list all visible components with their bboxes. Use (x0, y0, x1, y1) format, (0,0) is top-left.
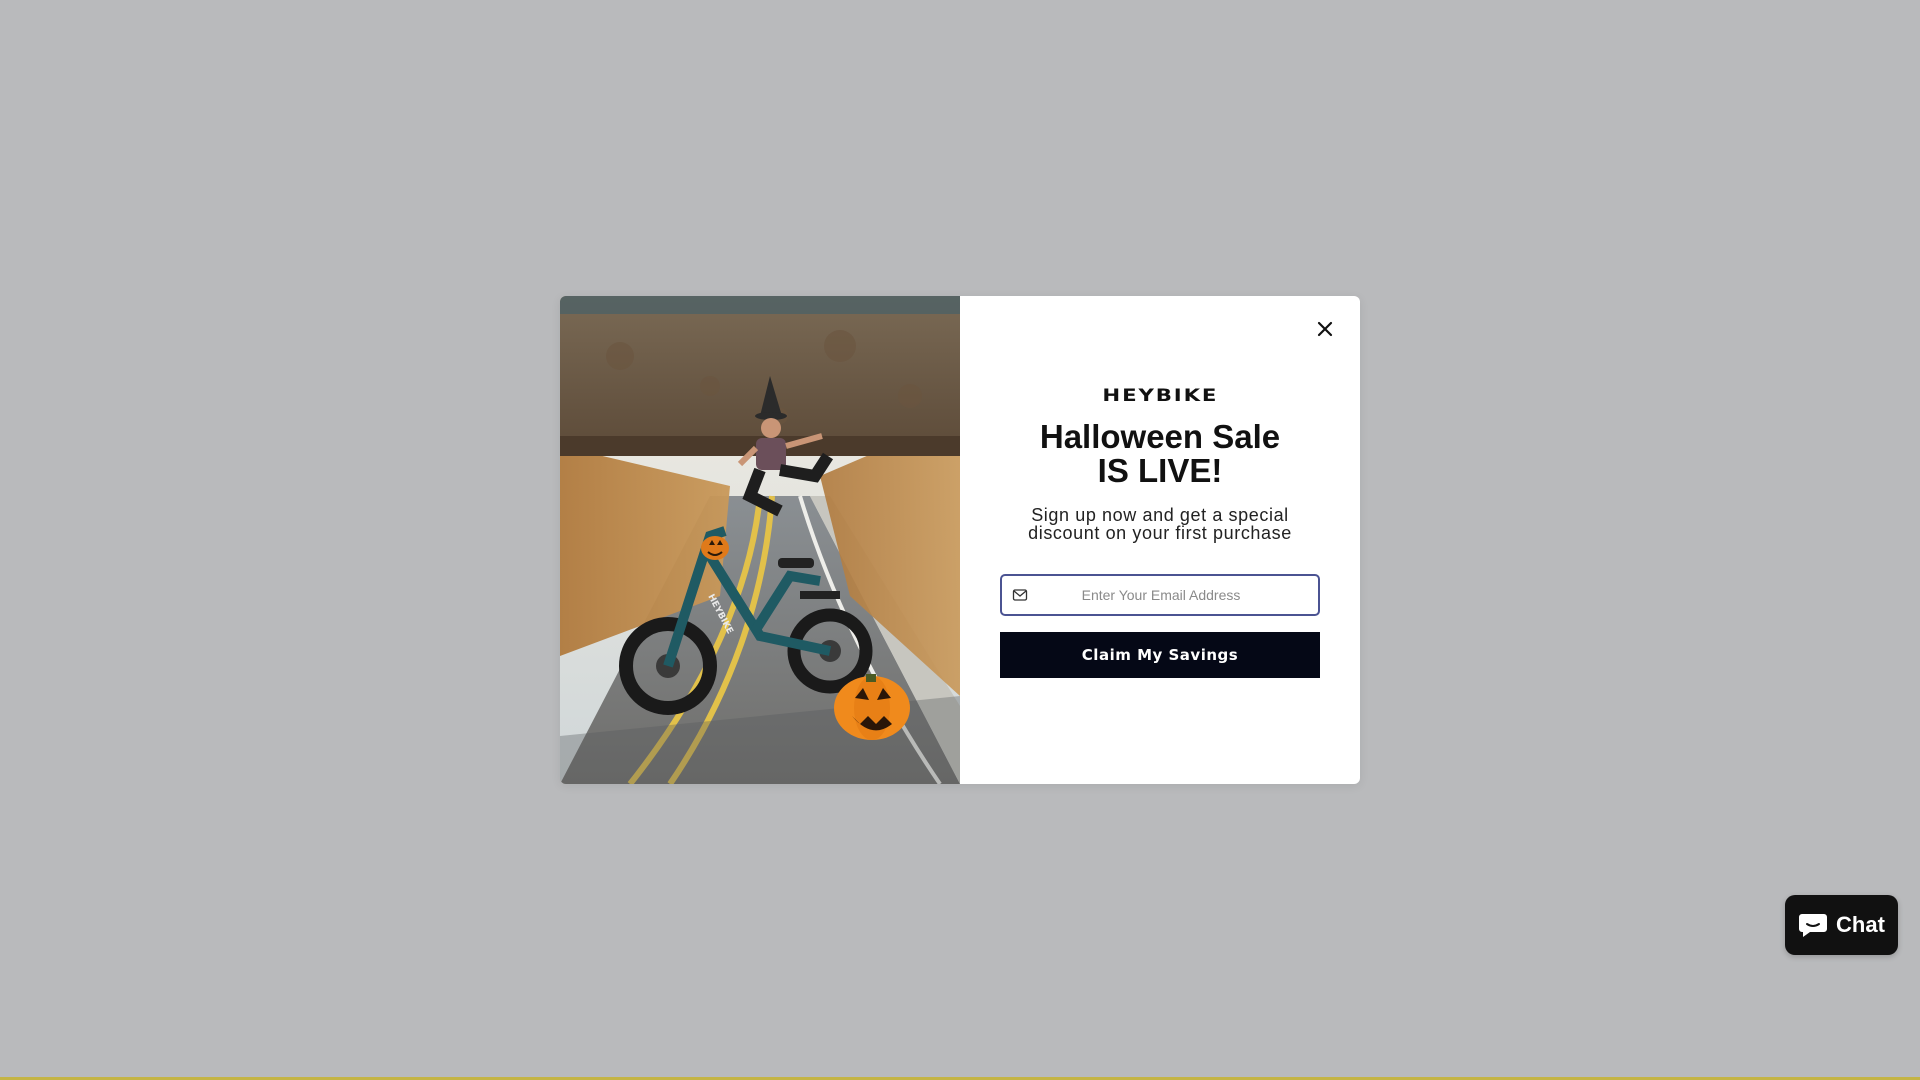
headline-line-1: Halloween Sale (1039, 418, 1281, 455)
page-overlay[interactable]: HEYBIKE HEYBIKE Halloween Sale IS LIVE! … (0, 0, 1920, 1080)
chat-label: Chat (1836, 912, 1885, 937)
chat-bubble-icon (1798, 912, 1828, 938)
mail-icon (1012, 587, 1028, 603)
small-pumpkin (701, 536, 729, 560)
subtext-line-2: discount on your first purchase (1028, 523, 1292, 543)
newsletter-popup: HEYBIKE HEYBIKE Halloween Sale IS LIVE! … (560, 296, 1360, 784)
email-field[interactable] (1000, 574, 1320, 616)
hero-image: HEYBIKE (560, 296, 960, 784)
subtext: Sign up now and get a special discount o… (960, 506, 1360, 542)
headline-line-2: IS LIVE! (1097, 452, 1223, 489)
headline: Halloween Sale IS LIVE! (960, 420, 1360, 488)
subtext-line-1: Sign up now and get a special (1031, 505, 1289, 525)
email-input[interactable] (1028, 575, 1318, 615)
close-button[interactable] (1310, 314, 1340, 344)
claim-savings-button[interactable]: Claim My Savings (1000, 632, 1320, 678)
close-icon (1317, 321, 1333, 337)
halloween-ebike-photo: HEYBIKE (560, 296, 960, 784)
chat-button[interactable]: Chat (1785, 895, 1898, 955)
signup-form-panel: HEYBIKE Halloween Sale IS LIVE! Sign up … (960, 296, 1360, 784)
brand-logo: HEYBIKE (960, 386, 1360, 406)
brand-logo-text: HEYBIKE (1102, 386, 1218, 406)
